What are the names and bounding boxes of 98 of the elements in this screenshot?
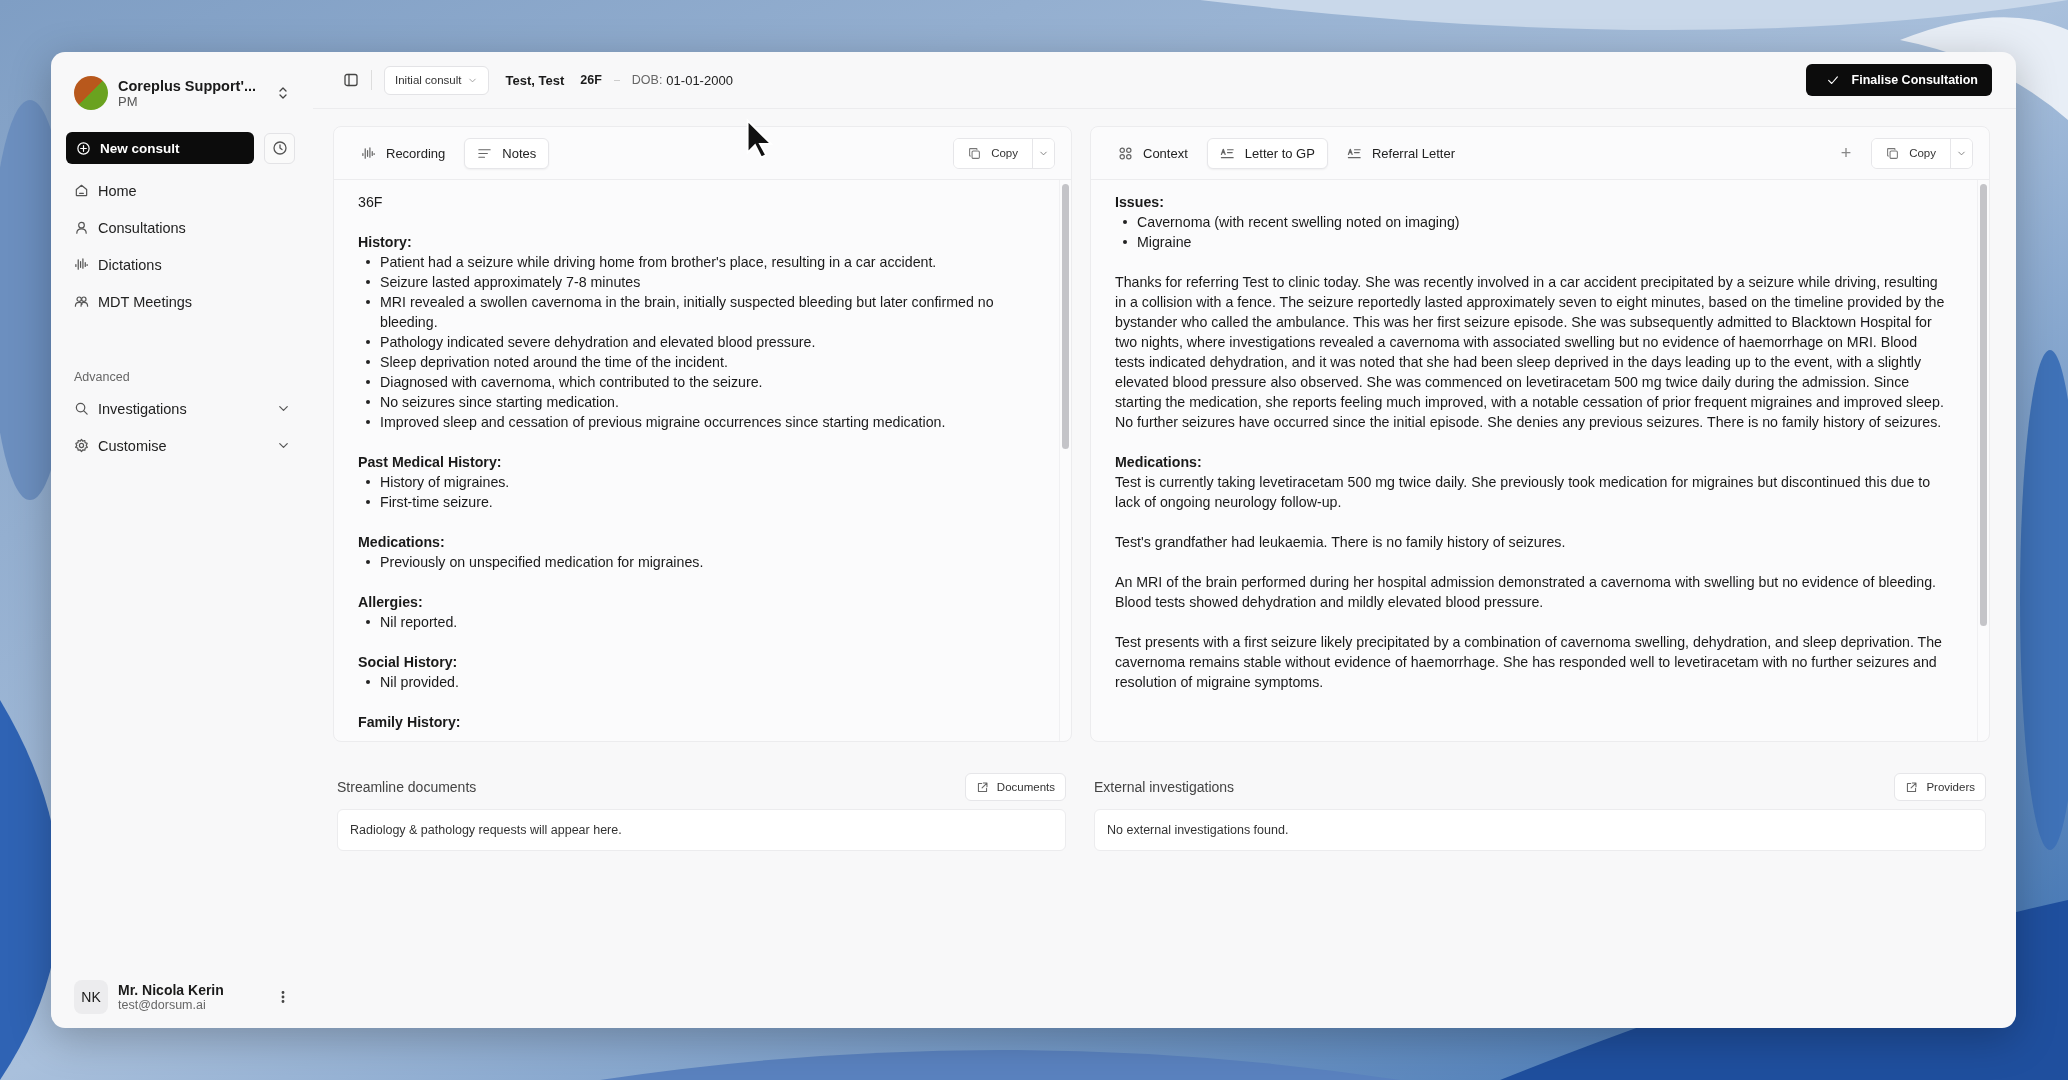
section-heading: Social History: [358,653,459,672]
plus-circle-icon [76,140,91,156]
bullet [366,280,370,284]
date-of-birth: 01-01-2000 [666,72,733,88]
section-heading: Family History: [358,713,462,732]
bullet [366,480,370,484]
copy-options-button[interactable] [1032,138,1054,168]
organization-role: PM [118,93,138,109]
open-link-button[interactable]: Providers [1894,773,1986,801]
person-icon [74,220,89,235]
tab[interactable]: Notes [464,137,550,169]
bullet [1123,240,1127,244]
waveform-icon [74,257,89,272]
section-label: Advanced [73,370,131,384]
tab[interactable]: Context [1105,137,1201,169]
new-consult-button[interactable]: New consult [66,132,254,164]
scrollbar-thumb[interactable] [1062,184,1069,450]
check-icon [1825,73,1840,87]
section-heading: Past Medical History: [358,453,503,472]
scrollbar-thumb[interactable] [1980,184,1987,627]
copy-icon [1886,146,1900,160]
history-button[interactable] [264,132,295,164]
section-title: External investigations [1094,779,1235,795]
list-item: Pathology indicated severe dehydration and elevated blood pressure. [380,333,816,352]
section-heading: Medications: [1115,453,1203,472]
paragraph: 36F [358,193,384,212]
paragraph: Thanks for referring Test to clinic today. She was recently involved in a car accident precipitated by a seizure while driving, resulting in a collision with a fence. The seizure reportedly lasted approximately seven to eight minutes, based on the timeline provided by the bystander who called the ambulance. This was her first seizure episode. She was subsequently admitted to Blacktown Hospital for two nights, where investigations revealed a cavernoma with associated swelling but no evidence of haemorrhage on MRI. Blood tests indicated dehydration, and it was noted that she had been sleep deprived in the days leading up to the event, with a slightly elevated blood pressure also observed. She was commenced on levetiracetam 500 mg twice daily during the admission. Since starting the medication, she reports feeling much improved, with a notable cessation of prior frequent migraines and improved sleep. No further seizures have occurred since the initial episode. She denies any previous seizures. There is no family history of seizures. [1115,273,1946,432]
list-item: Previously on unspecified medication for migraines. [380,553,704,572]
waveform-icon [361,145,376,161]
user-name: Mr. Nicola Kerin [118,982,225,998]
list-item: Nil reported. [380,613,458,632]
nav-item[interactable]: Home [66,172,299,209]
bullet [366,400,370,404]
dob-label: DOB: [631,73,663,87]
organization-switcher[interactable]: Coreplus Support'... PM [66,74,299,110]
section-heading: Allergies: [358,593,424,612]
tab[interactable]: Letter to GP [1206,137,1328,169]
bullet [1123,220,1127,224]
bullet [366,500,370,504]
avatar [74,76,108,110]
nav-item[interactable]: Dictations [66,246,299,283]
list-item: Seizure lasted approximately 7-8 minutes [380,273,641,292]
people-icon [74,294,89,309]
list-item: Nil provided. [380,673,459,692]
tab[interactable]: Recording [348,137,459,169]
bullet [366,380,370,384]
list-item: MRI revealed a swollen cavernoma in the brain, initially suspected bleeding but later confirmed no bleeding. [380,293,995,332]
sidebar-toggle-button[interactable] [343,72,359,88]
bullet [366,300,370,304]
section-heading: Issues: [1115,193,1165,212]
list-item: First-time seizure. [380,493,493,512]
bullet [366,560,370,564]
list-item: Sleep deprivation noted around the time of the incident. [380,353,728,372]
clock-icon [271,140,288,156]
empty-state-message: Radiology & pathology requests will appear here. [337,809,1066,851]
section-title: Streamline documents [337,779,477,795]
list-item: Improved sleep and cessation of previous migraine occurrences since starting medication. [380,413,946,432]
paragraph: Test is currently taking levetiracetam 500 mg twice daily. She previously took medication for migraines but discontinued this due to lack of ongoing neurology follow-up. [1115,473,1932,512]
section-heading: History: [358,233,413,252]
section-heading: Medications: [358,533,446,552]
copy-icon [968,146,982,160]
paragraph: Test presents with a first seizure likely precipitated by a combination of cavernoma swelling, dehydration, and sleep deprivation. The cavernoma remains stable without evidence of haemorrhage. She has responded well to levetiracetam with no further seizures and resolution of migraine symptoms. [1115,633,1943,692]
paragraph: Test's grandfather had leukaemia. There is no family history of seizures. [1115,533,1567,552]
list-item: Cavernoma (with recent swelling noted on imaging) [1137,213,1460,232]
sidebar-toggle-icon [343,72,359,88]
external-link-icon [1905,780,1919,794]
empty-state-message: No external investigations found. [1094,809,1986,851]
paragraph: An MRI of the brain performed during her hospital admission demonstrated a cavernoma with swelling but no evidence of bleeding. Blood tests showed dehydration and mildly elevated blood pressure. [1115,573,1937,612]
user-email: test@dorsum.ai [118,998,207,1012]
user-avatar: NK [74,980,108,1014]
home-icon [74,183,89,198]
grid-icon [1118,145,1133,161]
patient-name: Test, Test [505,72,565,88]
settings-icon [74,438,89,453]
bullet [366,620,370,624]
finalise-consultation-button[interactable]: Finalise Consultation [1805,64,1992,96]
nav-item[interactable]: Investigations [66,390,299,427]
bullet [366,340,370,344]
list-item: No seizures since starting medication. [380,393,619,412]
list-item: History of migraines. [380,473,510,492]
tab[interactable]: Referral Letter [1333,137,1468,169]
copy-options-button[interactable] [1950,138,1972,168]
nav-item[interactable]: Customise [66,427,299,464]
list-item: Patient had a seizure while driving home from brother's place, resulting in a car accident. [380,253,937,272]
external-link-icon [975,780,989,794]
open-link-button[interactable]: Documents [964,773,1066,801]
list-item: Diagnosed with cavernoma, which contributed to the seizure. [380,373,763,392]
patient-age-sex: 26F [580,73,602,87]
bullet [366,260,370,264]
visit-type-dropdown[interactable]: Initial consult [384,65,490,95]
nav-item[interactable]: MDT Meetings [66,283,299,320]
organization-name: Coreplus Support'... [118,77,257,94]
bullet [366,420,370,424]
search-icon [74,401,89,416]
bullet [366,360,370,364]
bullet [366,680,370,684]
list-item: Migraine [1137,233,1192,252]
nav-item[interactable]: Consultations [66,209,299,246]
